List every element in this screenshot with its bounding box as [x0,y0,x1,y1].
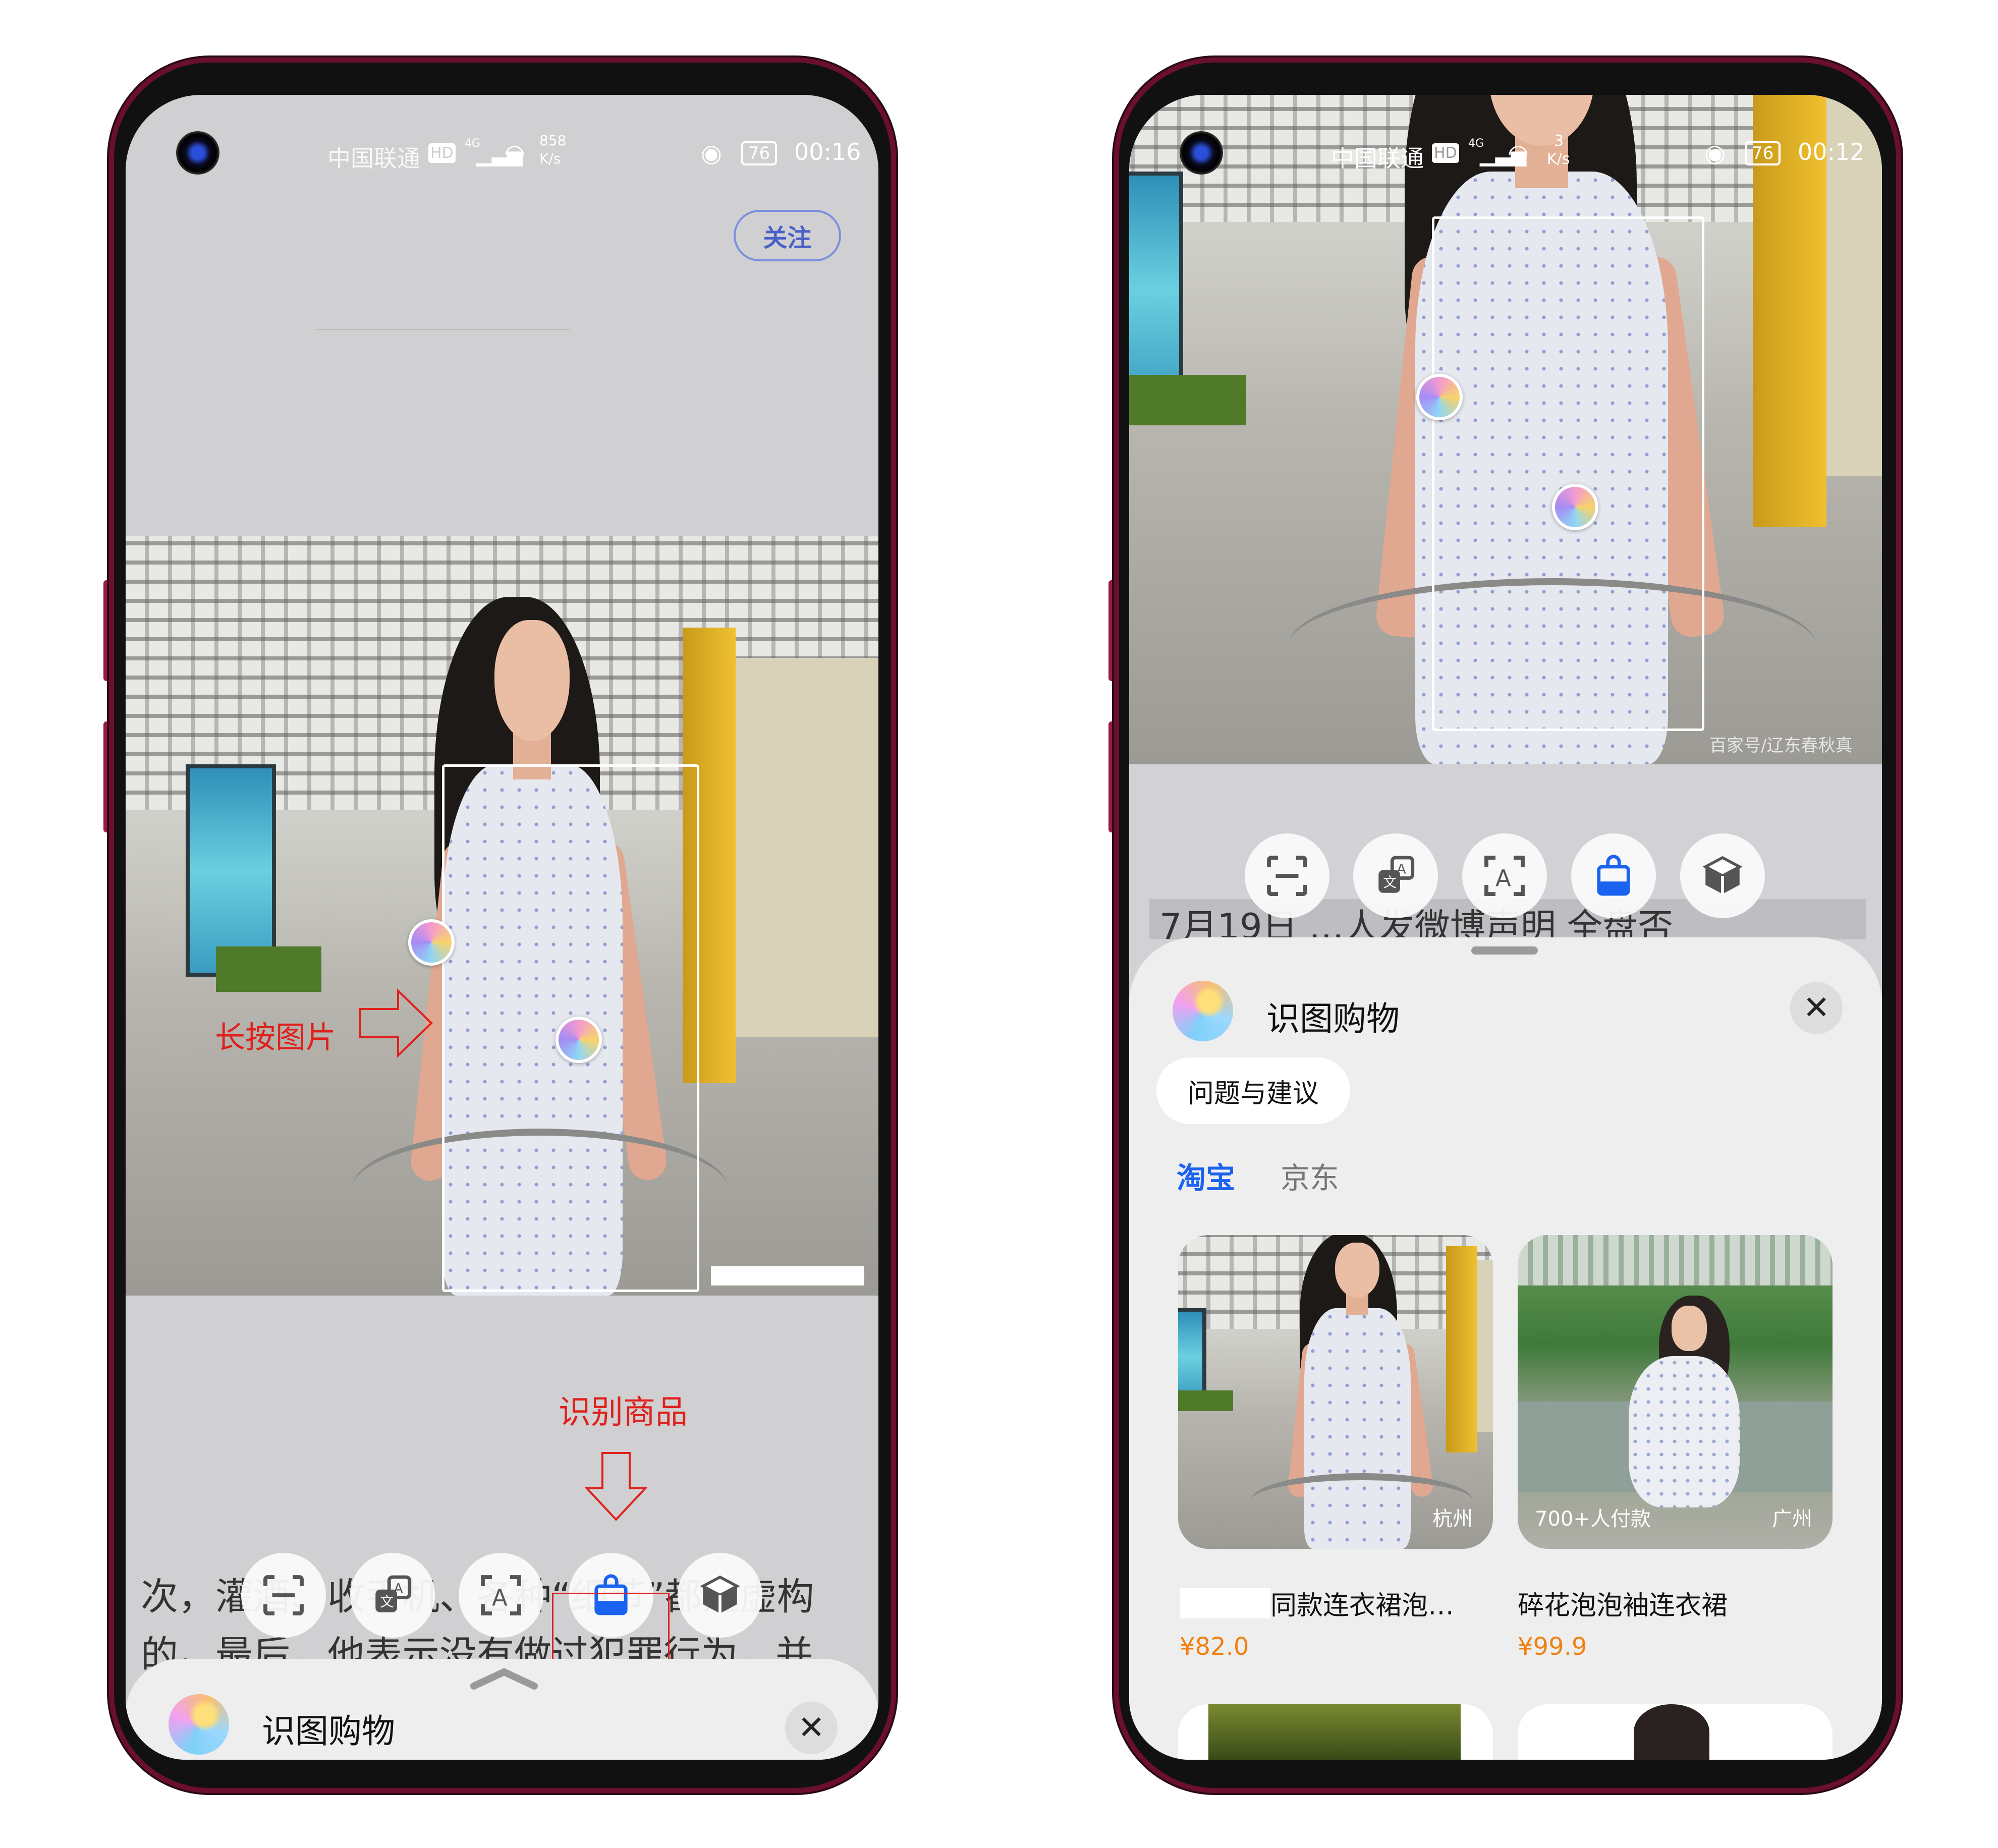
annotation-long-press: 长按图片 [215,1020,336,1055]
text-recognition-button[interactable]: A [459,1553,543,1638]
white-bar [711,1266,864,1285]
bottom-sheet-collapsed[interactable]: 识图购物 ✕ [126,1659,878,1760]
front-camera [1180,131,1223,175]
product-card[interactable]: 杭州 [1178,1235,1493,1549]
eye-comfort-icon: ◉ [1704,139,1726,167]
right-screen: 百家号/辽东春秋真 中国联通 HD 4G ▁▃▅ ◠ 3 K/s ◉ 76 00… [1129,95,1882,1760]
selection-box[interactable] [1432,216,1704,731]
product-image [1518,1235,1833,1549]
3d-button[interactable] [678,1553,762,1638]
product-card[interactable] [1178,1704,1493,1760]
watermark: 百家号/辽东春秋真 [1709,736,1853,756]
bottom-sheet: 识图购物 ✕ 问题与建议 淘宝 京东 杭州 700+人付款 广州 同款连衣裙泡…… [1129,937,1882,1760]
close-icon: ✕ [1803,989,1830,1027]
product-card[interactable] [1518,1704,1833,1760]
scan-icon [263,1575,304,1615]
product-image [1208,1704,1461,1760]
tab-jd[interactable]: 京东 [1281,1154,1339,1197]
feedback-label: 问题与建议 [1187,1078,1319,1109]
product-sales: 700+人付款 [1535,1507,1651,1531]
product-title[interactable]: 同款连衣裙泡… [1270,1584,1454,1622]
content-block [141,377,867,544]
speed-value: 858 [539,132,567,149]
sheet-title: 识图购物 [1266,999,1400,1038]
right-phone: 百家号/辽东春秋真 中国联通 HD 4G ▁▃▅ ◠ 3 K/s ◉ 76 00… [1114,58,1901,1793]
drag-handle[interactable] [1471,946,1538,955]
eye-comfort-icon: ◉ [701,139,722,167]
clock: 00:12 [1798,138,1865,165]
close-button[interactable]: ✕ [1790,982,1843,1034]
close-button[interactable]: ✕ [785,1702,838,1754]
feedback-chip[interactable]: 问题与建议 [1156,1057,1350,1124]
product-title[interactable]: 碎花泡泡袖连衣裙 [1518,1584,1728,1622]
translate-icon: A文 [1378,856,1415,893]
battery: 76 [1745,141,1781,165]
speed-unit: K/s [1547,150,1570,168]
status-bar: 中国联通 HD 4G ▁▃▅ ◠ 858 K/s ◉ 76 00:16 [126,95,878,211]
divider [317,329,570,330]
product-price: ¥82.0 [1180,1633,1249,1661]
shopping-bag-icon [1597,855,1630,896]
tab-taobao[interactable]: 淘宝 [1177,1154,1235,1197]
hd-badge: HD [428,143,456,163]
hotspot-dot[interactable] [1416,374,1463,420]
app-logo [1173,981,1233,1041]
carrier: 中国联通 [1331,145,1424,172]
hotspot-dot[interactable] [556,1017,602,1063]
close-icon: ✕ [798,1709,825,1747]
product-image [1634,1704,1709,1760]
annotation-identify: 识别商品 [559,1394,688,1431]
front-camera [176,131,219,175]
app-logo [169,1694,229,1755]
follow-label: 关注 [763,224,812,252]
svg-text:文: 文 [1383,875,1397,891]
translate-icon: A文 [375,1575,412,1612]
shopping-button[interactable] [1571,833,1656,918]
hotspot-dot[interactable] [1552,484,1598,530]
text-recognition-icon: A [1484,856,1525,896]
speed-unit: K/s [539,150,561,167]
3d-button[interactable] [1680,833,1765,918]
status-bar: 中国联通 HD 4G ▁▃▅ ◠ 3 K/s ◉ 76 00:12 [1129,95,1882,211]
text-recognition-button[interactable]: A [1462,833,1547,918]
svg-text:A: A [492,1584,508,1611]
svg-text:文: 文 [380,1595,394,1610]
down-arrow-icon [585,1452,647,1521]
product-location: 广州 [1772,1507,1812,1531]
scan-icon [1267,856,1307,896]
product-image [1178,1235,1493,1549]
follow-button[interactable]: 关注 [734,210,841,261]
translate-button[interactable]: A文 [1353,833,1438,918]
wifi-icon: ◠ [504,139,525,167]
chevron-up-icon[interactable] [469,1666,539,1691]
product-price: ¥99.9 [1518,1633,1587,1661]
right-arrow-icon [359,988,433,1058]
wifi-icon: ◠ [1508,139,1529,167]
product-card[interactable]: 700+人付款 广州 [1518,1235,1833,1549]
svg-text:A: A [1495,865,1511,891]
battery: 76 [741,141,778,165]
scan-button[interactable] [241,1553,326,1638]
translate-button[interactable]: A文 [350,1553,435,1638]
redaction-block [1180,1588,1270,1618]
left-phone: 中国联通 HD 4G ▁▃▅ ◠ 858 K/s ◉ 76 00:16 关注 长… [109,58,896,1793]
carrier: 中国联通 [327,145,420,172]
hotspot-dot[interactable] [408,919,455,966]
speed-value: 3 [1554,132,1564,150]
sheet-title: 识图购物 [262,1712,395,1751]
left-screen: 中国联通 HD 4G ▁▃▅ ◠ 858 K/s ◉ 76 00:16 关注 长… [126,95,878,1760]
clock: 00:16 [794,138,861,165]
product-location: 杭州 [1432,1507,1473,1531]
3d-cube-icon [700,1575,740,1613]
3d-cube-icon [1702,856,1743,894]
text-recognition-icon: A [481,1575,521,1615]
scan-button[interactable] [1245,833,1329,918]
hd-badge: HD [1432,143,1459,163]
